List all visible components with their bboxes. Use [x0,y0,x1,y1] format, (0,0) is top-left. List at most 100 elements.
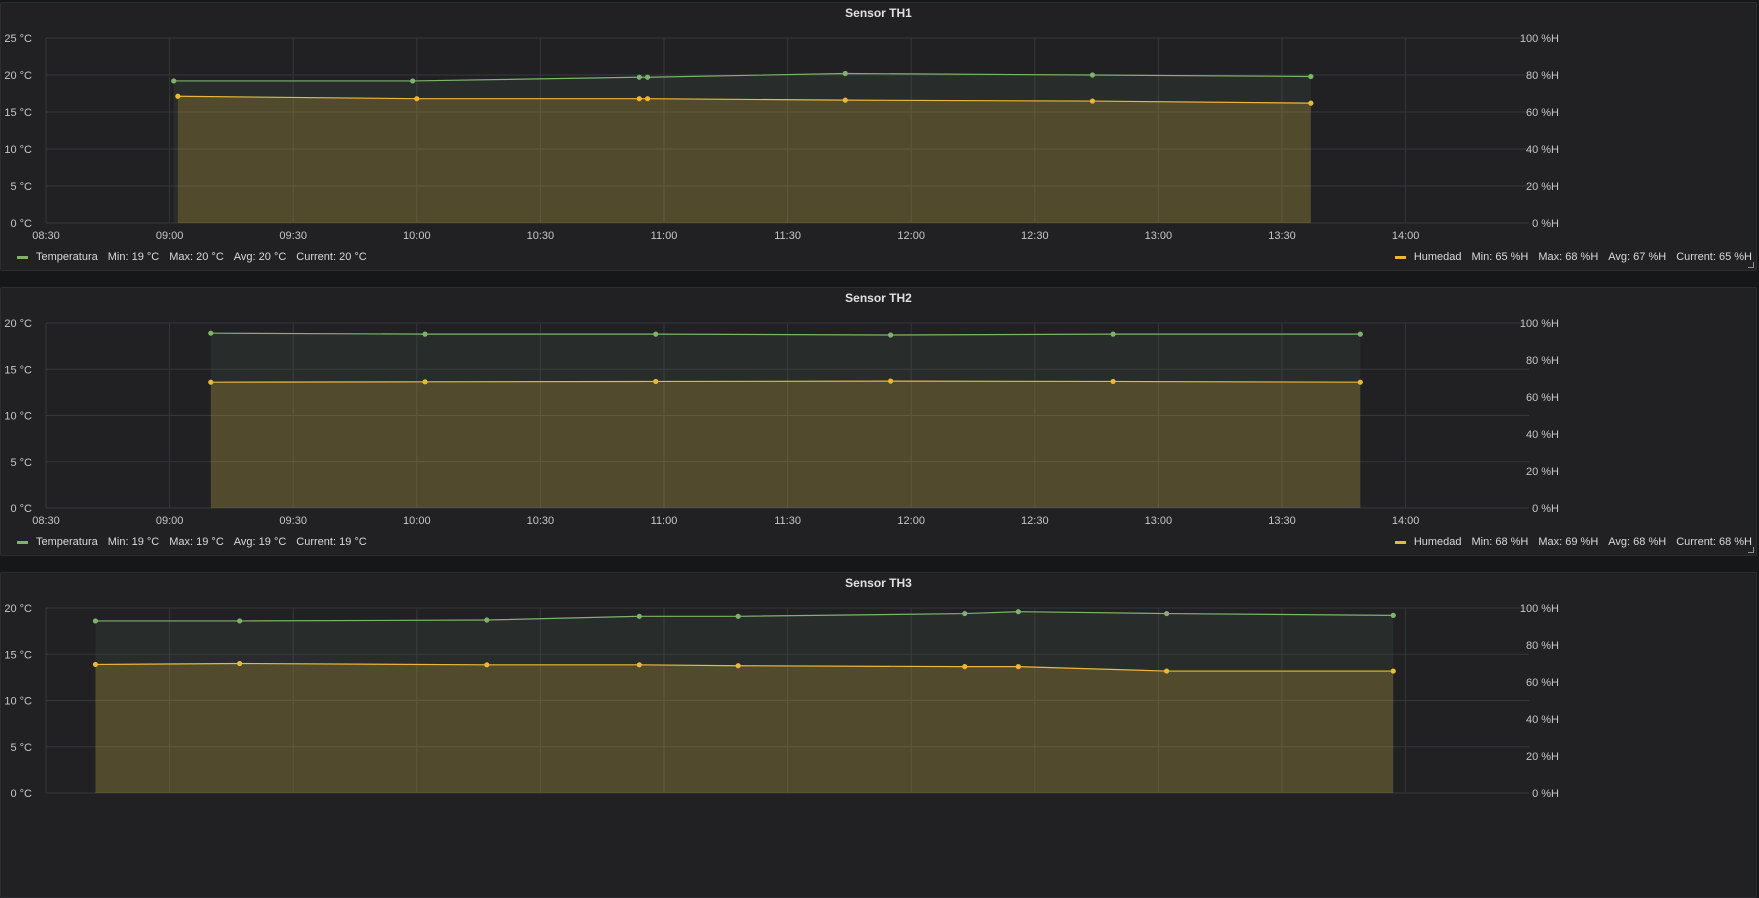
humedad-point[interactable] [1390,668,1396,674]
chart-sensor-th3: 0 °C 5 °C 10 °C 15 °C 20 °C 0 %H 20 %H 40 %H 60 … [4,603,1559,800]
humedad-point[interactable] [1015,664,1021,670]
humedad-point[interactable] [644,96,651,102]
temperatura-point[interactable] [410,78,416,84]
temperatura-point[interactable] [1015,609,1021,615]
humidity-series-name[interactable]: Humedad [1414,251,1462,263]
temperature-min: Min: 19 °C [107,251,160,263]
humedad-point[interactable] [888,378,894,384]
y-left-tick-label: 5 °C [10,181,32,193]
x-tick-label: 09:00 [156,230,184,242]
humedad-point[interactable] [175,93,181,99]
temperatura-point[interactable] [422,331,428,337]
humidity-avg: Avg: 67 %H [1608,251,1667,263]
y-right-tick-label: 60 %H [1526,107,1559,119]
temperatura-point[interactable] [1164,610,1170,617]
temperature-avg: Avg: 19 °C [233,536,287,548]
temperature-current: Current: 19 °C [296,536,367,548]
humedad-point[interactable] [1357,379,1363,385]
y-right-tick-label: 40 %H [1526,714,1559,726]
humidity-legend-swatch [1394,540,1406,544]
temperatura-point[interactable] [1089,72,1096,78]
y-right-tick-label: 80 %H [1526,70,1559,82]
humedad-point[interactable] [237,660,243,667]
y-left-tick-label: 15 °C [4,649,32,661]
temperatura-point[interactable] [636,74,642,80]
x-tick-label: 13:30 [1268,515,1296,527]
humedad-point[interactable] [1110,378,1116,385]
temperatura-point[interactable] [1357,331,1363,337]
x-tick-label: 13:30 [1268,230,1296,242]
humedad-point[interactable] [414,96,420,102]
humidity-series-name[interactable]: Humedad [1414,536,1462,548]
temperatura-point[interactable] [888,332,894,338]
humedad-point[interactable] [1308,100,1314,106]
x-tick-label: 08:30 [32,515,60,527]
humedad-point[interactable] [735,663,741,669]
humidity-avg: Avg: 68 %H [1608,536,1667,548]
y-left-tick-label: 10 °C [4,411,32,423]
y-right-tick-label: 20 %H [1526,751,1559,763]
humidity-min: Min: 68 %H [1471,536,1529,548]
x-tick-label: 08:30 [32,230,60,242]
temperatura-point[interactable] [653,331,659,337]
humedad-point[interactable] [92,661,99,668]
temperature-series-name[interactable]: Temperatura [36,536,98,548]
humedad-area [95,663,1394,793]
humedad-point[interactable] [962,664,968,670]
humedad-point[interactable] [208,379,214,385]
humidity-current: Current: 65 %H [1676,251,1752,263]
temperatura-point[interactable] [636,613,642,619]
humidity-current: Current: 68 %H [1676,536,1752,548]
x-tick-label: 10:00 [403,515,431,527]
humedad-point[interactable] [636,662,642,668]
temperature-legend-swatch [17,255,28,259]
x-tick-label: 12:30 [1021,515,1049,527]
y-left-tick-label: 20 °C [4,603,32,615]
humidity-max: Max: 68 %H [1538,251,1599,263]
temperatura-point[interactable] [1308,73,1314,80]
y-right-tick-label: 100 %H [1520,33,1559,45]
temperatura-point[interactable] [237,618,243,624]
x-tick-label: 14:00 [1392,230,1420,242]
humedad-point[interactable] [1089,98,1096,104]
x-tick-label: 10:30 [527,230,555,242]
x-tick-label: 13:00 [1145,230,1173,242]
panel-resize-handle[interactable] [1748,547,1754,553]
y-right-tick-label: 20 %H [1526,466,1559,478]
humedad-point[interactable] [422,379,428,385]
legend-humidity: Humedad Min: 68 %H Max: 69 %H Avg: 68 %H… [1394,536,1756,548]
y-right-tick-label: 40 %H [1526,429,1559,441]
y-right-tick-label: 80 %H [1526,640,1559,652]
temperatura-point[interactable] [208,330,214,336]
x-tick-label: 11:30 [774,515,801,527]
y-left-tick-label: 20 °C [4,70,32,82]
x-tick-label: 10:00 [403,230,431,242]
x-tick-label: 10:30 [527,515,555,527]
temperatura-point[interactable] [1110,331,1116,337]
temperatura-point[interactable] [644,74,651,80]
temperatura-point[interactable] [962,610,968,617]
humedad-point[interactable] [1164,668,1170,674]
y-right-tick-label: 0 %H [1532,503,1559,515]
temperatura-point[interactable] [92,618,99,624]
humedad-point[interactable] [842,97,848,103]
panel-sensor-th2: Sensor TH2 0 °C 5 °C 10 °C 15 °C 20 °C 0 %H 20… [0,287,1757,556]
temperature-min: Min: 19 °C [107,536,160,548]
y-left-tick-label: 10 °C [4,144,32,156]
x-tick-label: 11:30 [774,230,801,242]
temperatura-point[interactable] [842,70,848,77]
x-tick-label: 09:00 [156,515,184,527]
humidity-legend-swatch [1394,255,1406,259]
humedad-point[interactable] [653,378,659,385]
humedad-point[interactable] [484,662,490,668]
humedad-point[interactable] [636,96,642,102]
temperatura-point[interactable] [171,78,177,84]
humedad-area [210,381,1361,508]
legend-humidity: Humedad Min: 65 %H Max: 68 %H Avg: 67 %H… [1394,251,1756,263]
temperatura-point[interactable] [735,613,741,619]
temperatura-point[interactable] [484,617,490,623]
y-right-tick-label: 100 %H [1520,318,1559,330]
panel-resize-handle[interactable] [1748,262,1754,268]
temperatura-point[interactable] [1390,612,1396,618]
temperature-series-name[interactable]: Temperatura [36,251,98,263]
